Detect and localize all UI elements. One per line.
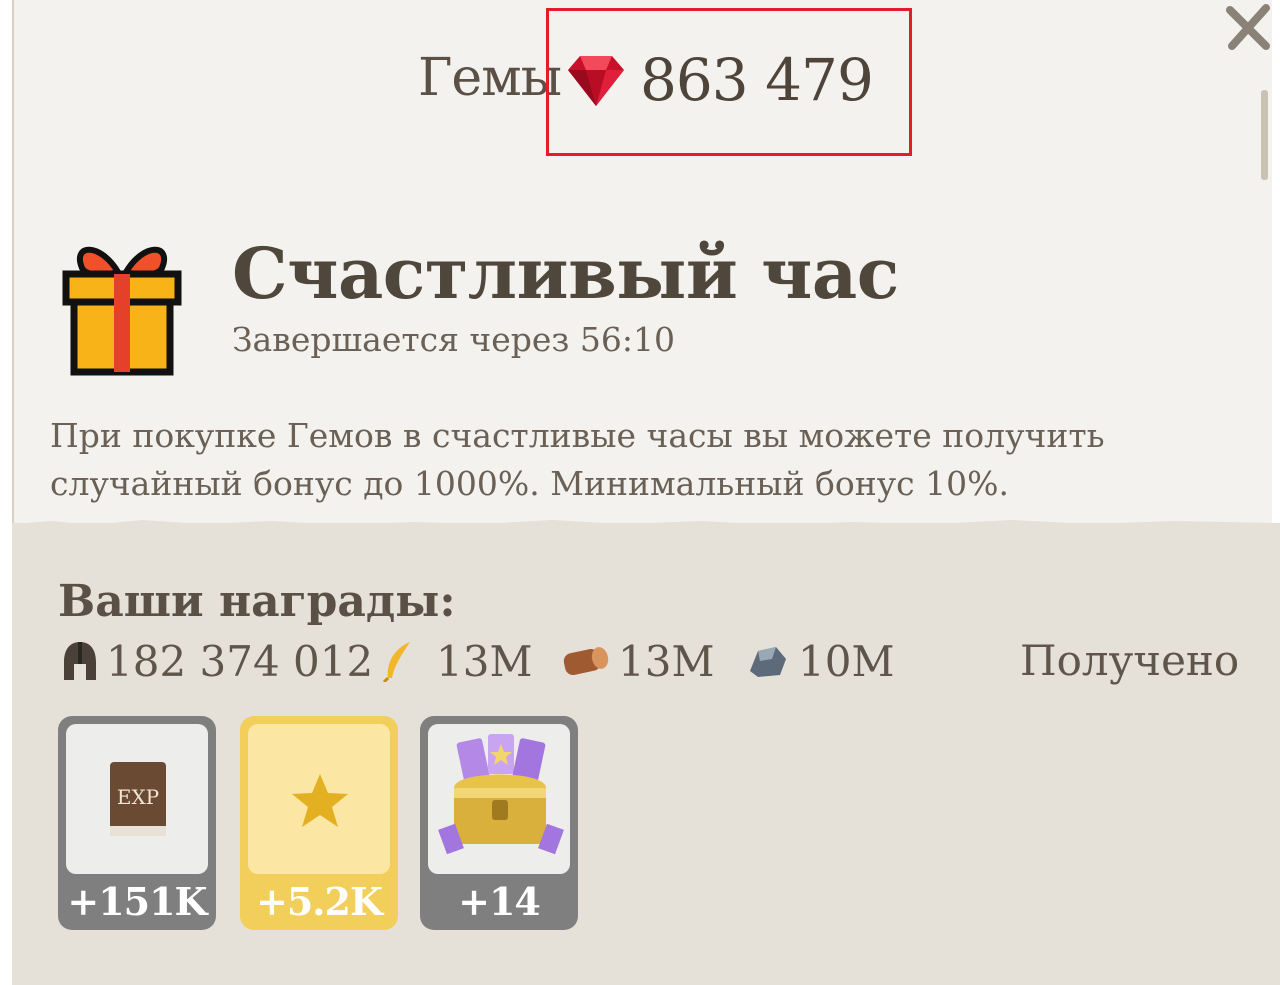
reward-amount: +14 — [458, 879, 541, 924]
reward-card-chest[interactable]: +14 — [420, 716, 578, 930]
stone-icon — [750, 647, 786, 677]
event-title: Счастливый час — [232, 232, 899, 315]
resource-wood-value: 13M — [618, 636, 715, 686]
resource-helmet: 182 374 012 — [62, 636, 373, 686]
treasure-chest-icon — [438, 734, 564, 855]
exp-book-icon: EXP — [110, 762, 166, 836]
close-icon[interactable] — [1224, 2, 1274, 52]
exp-label: EXP — [117, 785, 159, 809]
reward-card-star[interactable]: +5.2K — [240, 716, 398, 930]
resource-wood: 13M — [560, 636, 714, 686]
received-status: Получено — [1020, 636, 1240, 685]
reward-amount: +5.2K — [256, 879, 383, 924]
spartan-helmet-icon — [64, 642, 96, 680]
gift-icon — [62, 246, 182, 376]
resource-feather-value: 13M — [436, 636, 533, 686]
reward-card-inner: EXP — [66, 724, 208, 874]
rewards-title: Ваши награды: — [58, 576, 456, 627]
reward-card-inner — [248, 724, 390, 874]
resource-stone-value: 10M — [798, 636, 895, 686]
event-description: При покупке Гемов в счастливые часы вы м… — [50, 416, 1105, 503]
gems-highlight-box — [546, 8, 912, 156]
event-timer: Завершается через 56:10 — [232, 320, 675, 359]
scrollbar-thumb[interactable] — [1261, 90, 1268, 180]
resource-feather: 13M — [380, 636, 532, 686]
gems-label: Гемы — [418, 48, 562, 108]
wood-log-icon — [563, 647, 609, 675]
resource-stone: 10M — [744, 636, 894, 686]
resource-helmet-value: 182 374 012 — [106, 636, 374, 686]
reward-amount: +151K — [67, 879, 207, 924]
reward-card-exp[interactable]: EXP +151K — [58, 716, 216, 930]
feather-icon — [382, 642, 410, 682]
reward-card-inner — [428, 724, 570, 874]
star-icon — [292, 774, 348, 827]
